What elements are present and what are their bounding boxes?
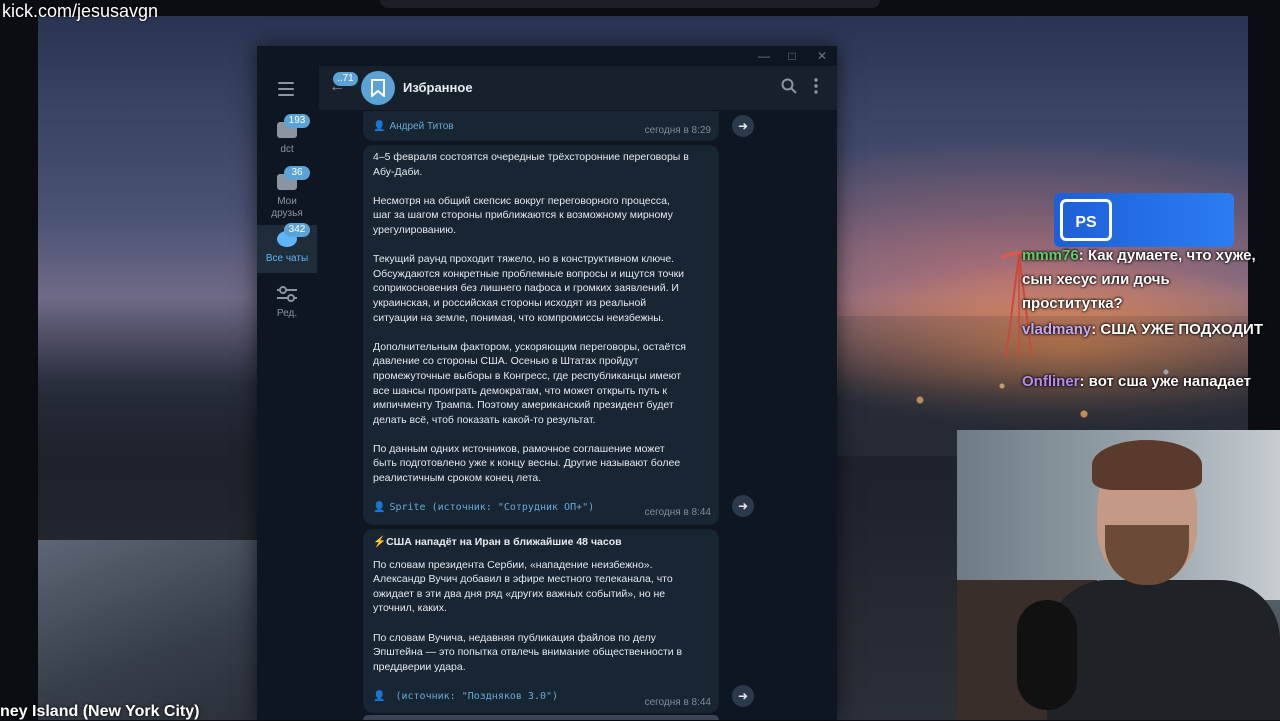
search-icon[interactable]	[781, 78, 797, 94]
message-time: сегодня в 8:44	[644, 697, 711, 708]
browser-topbar	[380, 0, 880, 8]
webcam-feed	[957, 430, 1280, 720]
saved-messages-avatar[interactable]	[361, 71, 395, 105]
stream-url: kick.com/jesusavgn	[2, 1, 159, 21]
telegram-window: — □ ✕ 193 dct 36 Мои друзья 342 Все чаты	[257, 46, 837, 720]
message-text: По словам президента Сербии, «нападение …	[373, 558, 683, 673]
chat-username: mmm76	[1022, 247, 1079, 264]
stream-chat-message: vladmany: США УЖЕ ПОДХОДИТ	[1022, 318, 1272, 342]
forward-icon[interactable]: ➜	[732, 495, 754, 517]
location-caption: ney Island (New York City)	[0, 703, 200, 720]
ps-banner: PS	[1054, 193, 1234, 247]
unread-badge: 342	[284, 223, 310, 237]
message-headline: ⚡США нападёт на Иран в ближайшие 48 часо…	[373, 536, 622, 548]
message-text: 4–5 февраля состоятся очередные трёхстор…	[373, 151, 689, 485]
chat-text: : вот сша уже нападает	[1079, 373, 1251, 390]
message-signature: 👤 Sprite (источник: "Сотрудник ОП+")	[373, 502, 594, 513]
folder-label: Мои друзья	[271, 196, 303, 219]
folder-edit[interactable]: Ред.	[257, 280, 317, 328]
folder-sidebar: 193 dct 36 Мои друзья 342 Все чаты Ред.	[257, 66, 319, 720]
window-titlebar: — □ ✕	[257, 46, 837, 66]
back-unread-badge: ..71	[333, 72, 358, 86]
message-list[interactable]: 👤 Андрей Титов сегодня в 8:29 ➜ 4–5 февра…	[319, 111, 837, 720]
chat-header: ← ..71 Избранное	[319, 66, 837, 111]
message-author: 👤 Андрей Титов	[373, 121, 454, 132]
bookmark-icon	[371, 79, 385, 97]
folder-all-chats[interactable]: 342 Все чаты	[257, 223, 317, 273]
folder-label: Ред.	[276, 308, 298, 319]
sliders-icon	[277, 286, 297, 302]
person-icon: 👤	[373, 121, 386, 132]
chat-username: Onfliner	[1022, 373, 1080, 390]
message-bubble-partial[interactable]	[363, 715, 719, 720]
forward-icon[interactable]: ➜	[732, 685, 754, 707]
more-options-icon[interactable]	[813, 78, 819, 94]
chat-text: : США УЖЕ ПОДХОДИТ	[1091, 321, 1263, 338]
maximize-icon[interactable]: □	[782, 47, 802, 65]
person-icon: 👤	[373, 502, 386, 513]
folder-label: Все чаты	[265, 253, 309, 264]
folder-dct[interactable]: 193 dct	[257, 114, 317, 164]
message-time: сегодня в 8:44	[644, 507, 711, 518]
menu-icon[interactable]	[278, 82, 294, 100]
ps-logo: PS	[1060, 199, 1112, 241]
signature-text: (источник: "Поздняков 3.0")	[389, 691, 559, 702]
message-bubble[interactable]: 4–5 февраля состоятся очередные трёхстор…	[363, 145, 719, 525]
author-name: Андрей Титов	[389, 121, 454, 132]
message-bubble[interactable]: 👤 Андрей Титов сегодня в 8:29	[363, 111, 719, 141]
minimize-icon[interactable]: —	[754, 47, 774, 65]
unread-badge: 193	[284, 114, 310, 128]
chat-title[interactable]: Избранное	[403, 80, 473, 95]
streamer-hair	[1092, 440, 1202, 490]
chat-username: vladmany	[1022, 321, 1092, 338]
message-time: сегодня в 8:29	[644, 125, 711, 136]
person-icon: 👤	[373, 691, 386, 702]
forward-icon[interactable]: ➜	[732, 115, 754, 137]
message-signature: 👤 (источник: "Поздняков 3.0")	[373, 691, 558, 702]
stream-chat-message: Onfliner: вот сша уже нападает	[1022, 370, 1280, 394]
close-icon[interactable]: ✕	[812, 47, 832, 65]
folder-label: dct	[280, 144, 294, 155]
microphone	[1017, 600, 1077, 710]
stream-chat-message: mmm76: Как думаете, что хуже, сын хесус …	[1022, 244, 1272, 316]
message-bubble[interactable]: ⚡США нападёт на Иран в ближайшие 48 часо…	[363, 529, 719, 713]
signature-text: Sprite (источник: "Сотрудник ОП+")	[389, 502, 595, 513]
folder-my-friends[interactable]: 36 Мои друзья	[257, 166, 317, 224]
unread-badge: 36	[284, 166, 310, 180]
streamer-body	[1047, 580, 1280, 720]
snowy-rooftops	[38, 540, 268, 720]
